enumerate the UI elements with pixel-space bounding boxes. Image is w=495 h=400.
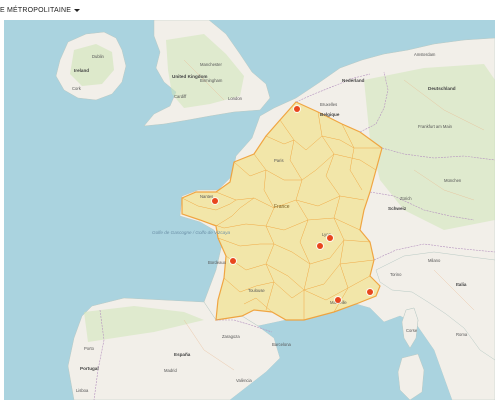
label-madrid: Madrid — [164, 368, 177, 373]
label-bruxelles: Bruxelles — [320, 102, 337, 107]
map-view[interactable]: United Kingdom Ireland Dublin Cork Manch… — [4, 20, 495, 400]
label-france: France — [274, 204, 290, 210]
label-nederland: Nederland — [342, 78, 365, 83]
label-roma: Roma — [456, 332, 468, 337]
label-birmingham: Birmingham — [200, 78, 223, 83]
label-deutschland: Deutschland — [428, 86, 456, 91]
label-bordeaux: Bordeaux — [208, 260, 227, 265]
label-cardiff: Cardiff — [174, 94, 187, 99]
label-schweiz: Schweiz — [388, 206, 407, 211]
marker-bordeaux[interactable] — [229, 257, 237, 265]
label-amsterdam: Amsterdam — [414, 52, 436, 57]
label-barcelona: Barcelona — [272, 342, 292, 347]
label-lisboa: Lisboa — [76, 388, 89, 393]
region-dropdown-label: E MÉTROPOLITAINE — [0, 6, 72, 14]
label-espana: España — [174, 352, 191, 357]
label-belgique: Belgique — [320, 112, 340, 117]
top-bar: E MÉTROPOLITAINE — [0, 0, 495, 20]
label-toulouse: Toulouse — [248, 288, 265, 293]
marker-nantes[interactable] — [211, 197, 219, 205]
label-portugal: Portugal — [80, 366, 99, 371]
marker-marseille[interactable] — [334, 296, 342, 304]
label-zurich: Zürich — [400, 196, 412, 201]
label-italia: Italia — [456, 282, 467, 287]
label-torino: Torino — [390, 272, 402, 277]
marker-grenoble[interactable] — [326, 234, 334, 242]
marker-lille[interactable] — [293, 105, 301, 113]
label-bay-of-biscay: Golfe de Gascogne / Golfo de Vizcaya — [152, 230, 231, 235]
label-cork: Cork — [72, 86, 82, 91]
label-porto: Porto — [84, 346, 95, 351]
region-dropdown[interactable]: E MÉTROPOLITAINE — [0, 6, 81, 14]
label-manchester: Manchester — [200, 62, 222, 67]
label-munchen: München — [444, 178, 462, 183]
label-valencia: València — [236, 378, 252, 383]
label-zaragoza: Zaragoza — [222, 334, 240, 339]
caret-down-icon — [74, 8, 81, 12]
label-frankfurt: Frankfurt am Main — [418, 124, 453, 129]
marker-nice[interactable] — [366, 288, 374, 296]
map-canvas: United Kingdom Ireland Dublin Cork Manch… — [4, 20, 495, 400]
label-paris: Paris — [274, 158, 284, 163]
marker-lyon[interactable] — [316, 242, 324, 250]
label-dublin: Dublin — [92, 54, 105, 59]
label-nantes: Nantes — [200, 194, 213, 199]
label-london: London — [228, 96, 243, 101]
label-ireland: Ireland — [74, 68, 89, 73]
label-corse: Corse — [406, 328, 418, 333]
label-milano: Milano — [428, 258, 441, 263]
